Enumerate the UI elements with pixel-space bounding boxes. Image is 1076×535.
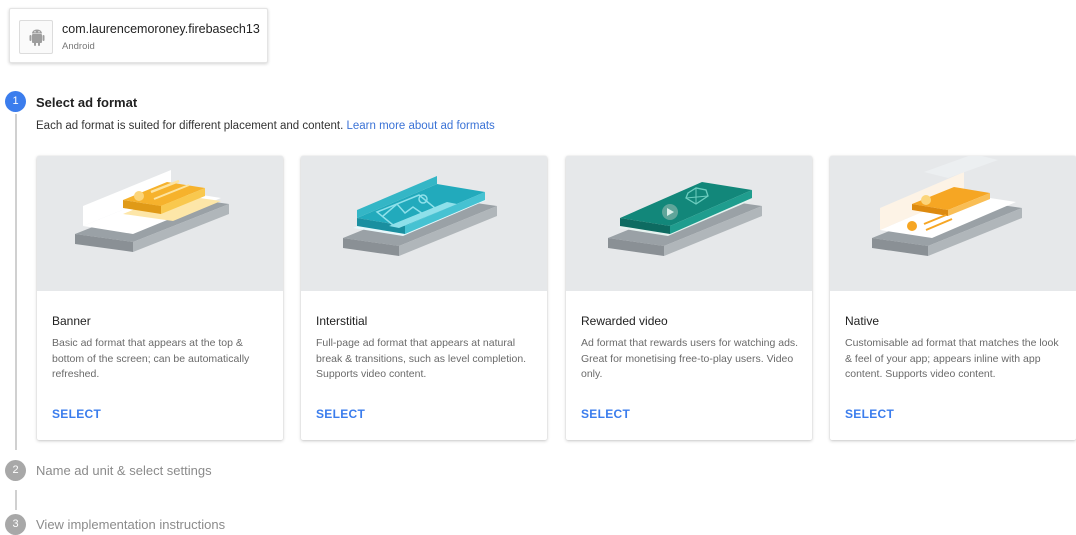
select-rewarded-video-button[interactable]: SELECT bbox=[581, 407, 630, 421]
step-2-title[interactable]: Name ad unit & select settings bbox=[36, 463, 212, 478]
banner-illustration bbox=[37, 156, 283, 291]
description-text: Each ad format is suited for different p… bbox=[36, 120, 344, 132]
step-1-title: Select ad format bbox=[36, 95, 138, 110]
app-selector[interactable]: com.laurencemoroney.firebasech13 Android bbox=[9, 8, 268, 63]
rewarded-video-illustration bbox=[566, 156, 812, 291]
select-native-button[interactable]: SELECT bbox=[845, 407, 894, 421]
card-title: Interstitial bbox=[316, 314, 368, 328]
step-1-number: 1 bbox=[5, 91, 26, 112]
card-title: Rewarded video bbox=[581, 314, 668, 328]
select-interstitial-button[interactable]: SELECT bbox=[316, 407, 365, 421]
ad-format-card-native: Native Customisable ad format that match… bbox=[830, 156, 1076, 440]
card-description: Customisable ad format that matches the … bbox=[845, 337, 1059, 380]
step-3-title[interactable]: View implementation instructions bbox=[36, 517, 225, 532]
card-description: Full-page ad format that appears at natu… bbox=[316, 337, 527, 380]
native-illustration bbox=[830, 156, 1076, 291]
stepper-line bbox=[15, 114, 17, 450]
ad-format-card-banner: Banner Basic ad format that appears at t… bbox=[37, 156, 283, 440]
step-2-number: 2 bbox=[5, 460, 26, 481]
android-icon bbox=[19, 20, 53, 54]
step-3-number: 3 bbox=[5, 514, 26, 535]
card-description: Basic ad format that appears at the top … bbox=[52, 337, 250, 380]
learn-more-link[interactable]: Learn more about ad formats bbox=[346, 120, 494, 132]
card-title: Native bbox=[845, 314, 880, 328]
card-title: Banner bbox=[52, 314, 91, 328]
stepper-line bbox=[15, 490, 17, 510]
app-platform: Android bbox=[62, 41, 95, 52]
interstitial-illustration bbox=[301, 156, 547, 291]
select-banner-button[interactable]: SELECT bbox=[52, 407, 101, 421]
app-package-name: com.laurencemoroney.firebasech13 bbox=[62, 22, 260, 36]
ad-format-card-rewarded-video: Rewarded video Ad format that rewards us… bbox=[566, 156, 812, 440]
card-description: Ad format that rewards users for watchin… bbox=[581, 337, 799, 380]
ad-format-card-interstitial: Interstitial Full-page ad format that ap… bbox=[301, 156, 547, 440]
step-1-description: Each ad format is suited for different p… bbox=[36, 120, 495, 132]
